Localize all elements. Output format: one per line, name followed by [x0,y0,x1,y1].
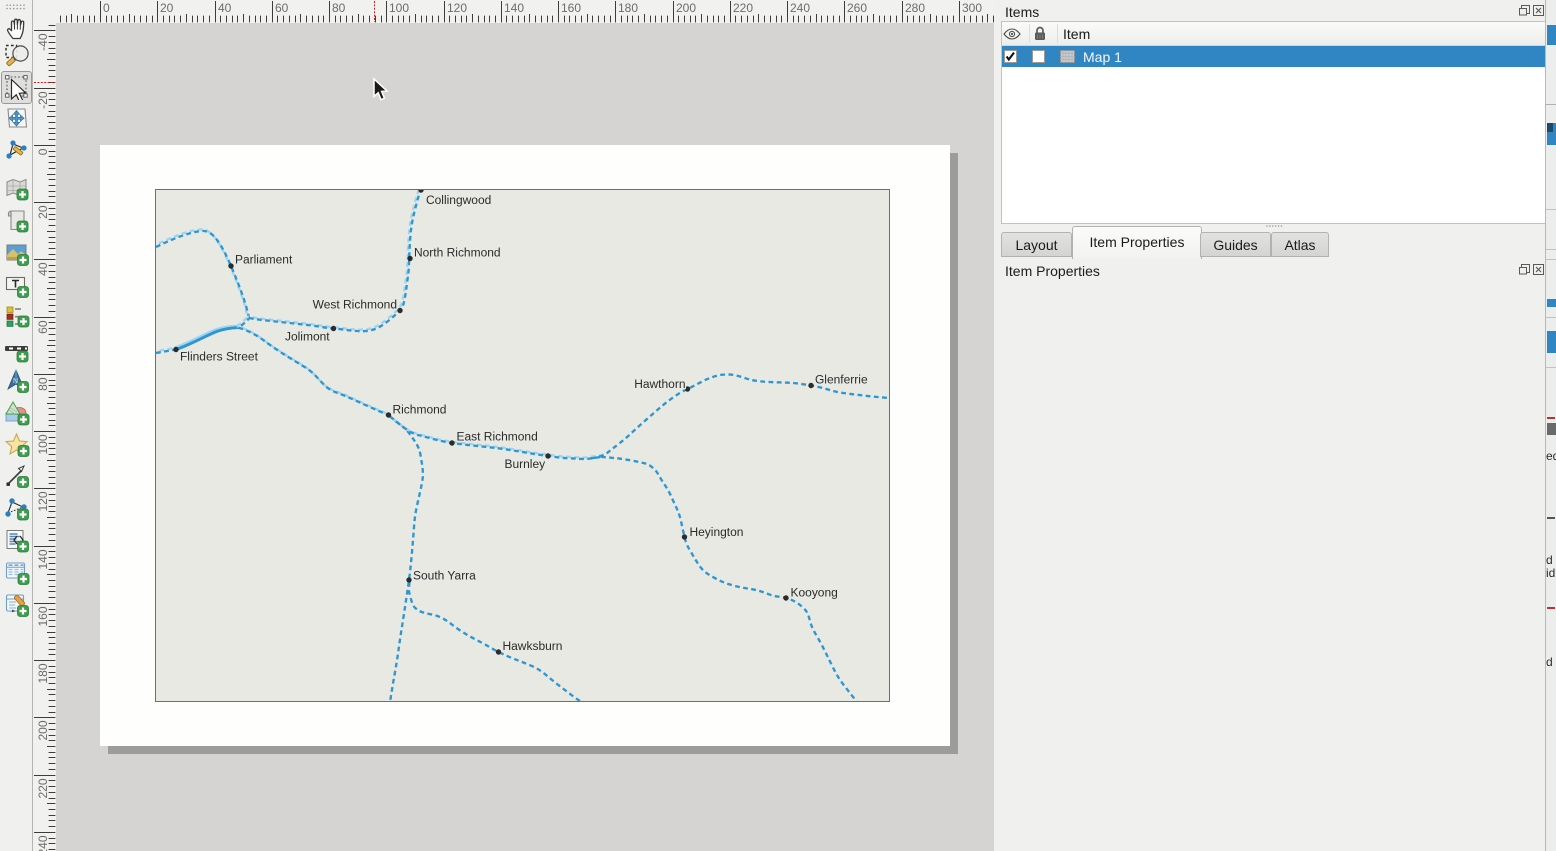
svg-text:120: 120 [36,491,50,511]
svg-text:120: 120 [447,1,467,15]
svg-text:160: 160 [561,1,581,15]
svg-text:0: 0 [103,1,110,15]
svg-text:100: 100 [36,434,50,454]
svg-text:East Richmond: East Richmond [456,429,537,443]
svg-text:180: 180 [36,663,50,683]
svg-text:240: 240 [790,1,810,15]
svg-text:220: 220 [36,778,50,798]
svg-text:-40: -40 [36,33,50,51]
svg-text:240: 240 [36,835,50,851]
svg-text:160: 160 [36,606,50,626]
svg-text:40: 40 [36,262,50,276]
svg-text:60: 60 [36,320,50,334]
svg-text:Jolimont: Jolimont [285,329,330,343]
svg-text:220: 220 [733,1,753,15]
svg-text:Burnley: Burnley [504,457,545,471]
svg-text:20: 20 [160,1,174,15]
svg-text:0: 0 [36,148,50,155]
svg-text:20: 20 [36,205,50,219]
svg-text:-20: -20 [36,91,50,109]
svg-text:140: 140 [36,549,50,569]
svg-text:Glenferrie: Glenferrie [814,372,867,386]
svg-text:260: 260 [847,1,867,15]
svg-text:200: 200 [676,1,696,15]
svg-text:Heyington: Heyington [689,525,743,539]
svg-text:Hawthorn: Hawthorn [634,377,685,391]
svg-text:Flinders Street: Flinders Street [180,349,259,363]
svg-text:200: 200 [36,720,50,740]
svg-text:South Yarra: South Yarra [413,568,476,582]
svg-text:140: 140 [504,1,524,15]
svg-text:Hawksburn: Hawksburn [502,639,562,653]
svg-text:Kooyong: Kooyong [790,585,837,599]
svg-text:100: 100 [389,1,409,15]
svg-text:Richmond: Richmond [392,402,446,416]
svg-text:80: 80 [36,377,50,391]
svg-text:West Richmond: West Richmond [312,297,396,311]
svg-text:300: 300 [962,1,982,15]
svg-text:280: 280 [905,1,925,15]
svg-text:60: 60 [275,1,289,15]
svg-text:80: 80 [332,1,346,15]
svg-text:Parliament: Parliament [235,252,293,266]
svg-text:180: 180 [618,1,638,15]
svg-text:North Richmond: North Richmond [414,245,501,259]
svg-text:Collingwood: Collingwood [426,193,491,207]
svg-text:40: 40 [218,1,232,15]
